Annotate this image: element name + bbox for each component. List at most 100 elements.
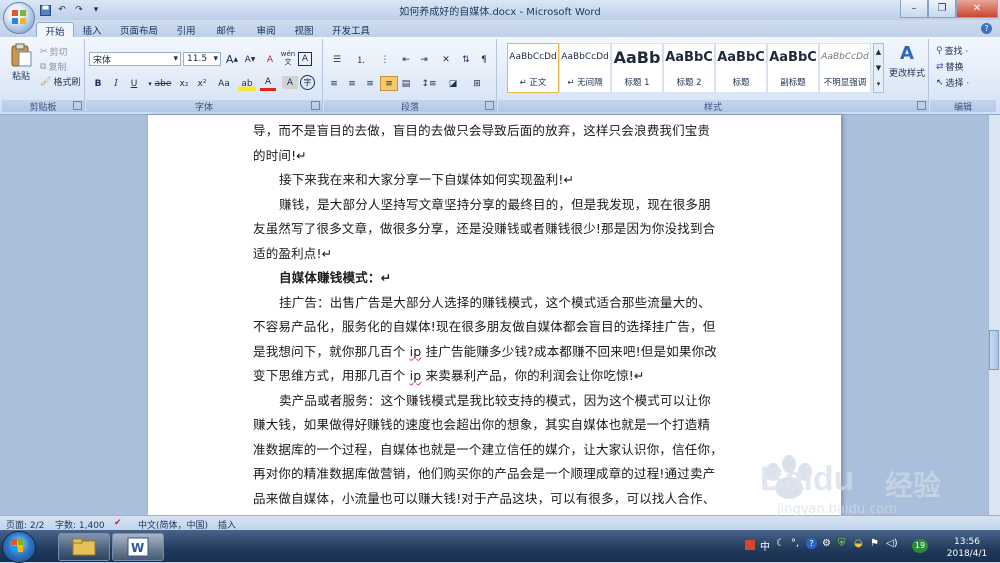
spelling-error-word[interactable]: ip [410,368,422,383]
paragraph-line[interactable]: 品来做自媒体，小流量也可以赚大钱!对于产品这块，可以有很多，可以找人合作、 [253,488,715,507]
tab-home[interactable]: 开始 [36,22,74,38]
decrease-indent-icon[interactable]: ⇤ [398,52,414,67]
style-heading-2[interactable]: AaBbC 标题 2 [663,43,715,93]
shading-icon[interactable]: ◪ [442,76,464,91]
office-button[interactable] [3,2,35,34]
style-subtitle[interactable]: AaBbC 副标题 [767,43,819,93]
paragraph-line[interactable]: 适的盈利点!↵ [253,243,332,262]
paragraph-line[interactable]: 再对你的精准数据库做营销，他们购买你的产品会是一个顺理成章的过程!通过卖产 [253,463,715,482]
justify-icon[interactable]: ≡ [380,76,398,91]
replace-button[interactable]: ⇄ 替换 [936,60,964,74]
align-left-icon[interactable]: ≡ [326,76,342,91]
highlight-button[interactable]: ab [238,76,256,91]
scrollbar-thumb[interactable] [989,330,999,370]
increase-indent-icon[interactable]: ⇥ [416,52,432,67]
paragraph-line[interactable]: 不容易产品化，服务化的自媒体!现在很多朋友做自媒体都会盲目的选择挂广告，但 [253,316,715,335]
help-tray-icon[interactable]: ? [806,538,817,549]
paragraph-line[interactable]: 卖产品或者服务：这个赚钱模式是我比较支持的模式，因为这个模式可以让你 [279,390,711,409]
align-center-icon[interactable]: ≡ [344,76,360,91]
section-heading[interactable]: 自媒体赚钱模式：↵ [279,267,391,286]
tray-app-icon[interactable] [745,540,755,550]
paragraph-line[interactable]: 的时间!↵ [253,145,307,164]
ime-moon-icon[interactable]: ☾ [776,538,785,549]
paste-button[interactable]: 粘贴 [8,43,34,82]
save-icon[interactable] [38,3,52,17]
style-subtle-emphasis[interactable]: AaBbCcDd 不明显强调 [819,43,871,93]
font-color-button[interactable]: A [260,76,276,91]
paragraph-line[interactable]: 准数据库的一个过程，自媒体也就是一个建立信任的媒介，让大家认识你，信任你， [253,439,723,458]
paragraph-line[interactable]: 友虽然写了很多文章，做很多分享，还是没赚钱或者赚钱很少!那是因为你没找到合 [253,218,715,237]
find-button[interactable]: ⚲ 查找 · [936,44,968,58]
format-painter-button[interactable]: 🖌 格式刷 [40,75,80,89]
spelling-error-word[interactable]: ip [410,344,422,359]
enclose-char-button[interactable]: 字 [300,75,315,90]
start-button[interactable] [2,531,36,563]
cut-button[interactable]: ✂ 剪切 [40,45,68,59]
undo-icon[interactable]: ↶ [55,3,69,17]
restore-button[interactable]: ❐ [928,0,956,18]
document-page[interactable]: 导，而不是盲目的去做，盲目的去做只会导致后面的放弃，这样只会浪费我们宝贵 的时间!… [148,115,841,515]
tray-badge[interactable]: 19 [912,539,928,553]
tab-page-layout[interactable]: 页面布局 [114,22,164,37]
paragraph-line[interactable]: 赚大钱，如果做得好赚钱的速度也会超出你的想象，其实自媒体也就是一个打造精 [253,414,710,433]
show-marks-icon[interactable]: ¶ [476,52,492,67]
taskbar-word[interactable]: W [112,533,164,561]
proofing-icon[interactable]: ✔ [114,518,122,528]
security-tray-icon[interactable]: ⛨ [838,538,846,549]
char-border-button[interactable]: A [298,52,312,66]
bold-button[interactable]: B [90,76,106,91]
char-shading-button[interactable]: A [282,76,298,89]
sort-icon[interactable]: ⇅ [458,52,474,67]
style-no-spacing[interactable]: AaBbCcDd ↵ 无间隔 [559,43,611,93]
paragraph-line[interactable]: 挂广告：出售广告是大部分人选择的赚钱模式，这个模式适合那些流量大的、 [279,292,711,311]
paragraph-line[interactable]: 是我想问下，就你那几百个 ip 挂广告能赚多少钱?成本都赚不回来吧!但是如果你改 [253,341,717,360]
asian-layout-icon[interactable]: ✕ [436,52,456,67]
strikethrough-button[interactable]: abe [152,76,174,91]
paragraph-line[interactable]: 接下来我在来和大家分享一下自媒体如何实现盈利!↵ [279,169,574,188]
bullets-icon[interactable]: ☰ [326,52,348,67]
style-heading-1[interactable]: AaBb 标题 1 [611,43,663,93]
tab-developer[interactable]: 开发工具 [326,22,376,37]
underline-button[interactable]: U [126,76,142,91]
ime-indicator[interactable]: 中 [760,538,770,553]
qat-customize-icon[interactable]: ▾ [89,3,103,17]
tab-insert[interactable]: 插入 [76,22,108,37]
font-family-select[interactable]: 宋体 ▾ [89,52,181,66]
superscript-button[interactable]: x² [194,76,210,91]
volume-tray-icon[interactable]: ◁) [886,538,898,549]
phonetic-guide-button[interactable]: wén 文 [280,50,296,66]
grow-font-button[interactable]: A ▲ [224,52,240,67]
change-styles-button[interactable]: A 更改样式 [887,43,927,79]
select-button[interactable]: ↖ 选择 · [936,76,969,90]
italic-button[interactable]: I [108,76,124,91]
style-title[interactable]: AaBbC 标题 [715,43,767,93]
shrink-font-button[interactable]: A ▼ [242,52,258,67]
multilevel-list-icon[interactable]: ⋮ [374,52,396,67]
close-button[interactable]: ✕ [956,0,998,18]
settings-tray-icon[interactable]: ⚙ [822,538,831,549]
borders-icon[interactable]: ⊞ [466,76,488,91]
help-icon[interactable]: ? [981,23,992,34]
copy-button[interactable]: ⧉ 复制 [40,60,66,74]
numbering-icon[interactable]: ⒈ [350,52,372,67]
redo-icon[interactable]: ↷ [72,3,86,17]
tab-mailings[interactable]: 邮件 [210,22,242,37]
clipboard-launcher[interactable] [73,101,82,110]
align-right-icon[interactable]: ≡ [362,76,378,91]
subscript-button[interactable]: x₂ [176,76,192,91]
font-size-select[interactable]: 11.5 ▾ [183,52,221,66]
style-normal[interactable]: AaBbCcDd ↵ 正文 [507,43,559,93]
tab-review[interactable]: 审阅 [250,22,282,37]
distributed-icon[interactable]: ▤ [398,76,414,91]
minimize-button[interactable]: – [900,0,928,18]
clear-format-button[interactable]: A [262,52,278,67]
change-case-button[interactable]: Aa [214,76,234,91]
paragraph-line[interactable]: 赚钱，是大部分人坚持写文章坚持分享的最终目的，但是我发现，现在很多朋 [279,194,711,213]
line-spacing-icon[interactable]: ↕≡ [418,76,440,91]
paragraph-line[interactable]: 导，而不是盲目的去做，盲目的去做只会导致后面的放弃，这样只会浪费我们宝贵 [253,120,710,139]
clock[interactable]: 13:56 2018/4/1 [938,536,996,560]
tab-view[interactable]: 视图 [288,22,320,37]
flag-tray-icon[interactable]: ⚑ [870,538,879,549]
taskbar-explorer[interactable] [58,533,110,561]
ime-punct-icon[interactable]: °, [791,538,799,549]
